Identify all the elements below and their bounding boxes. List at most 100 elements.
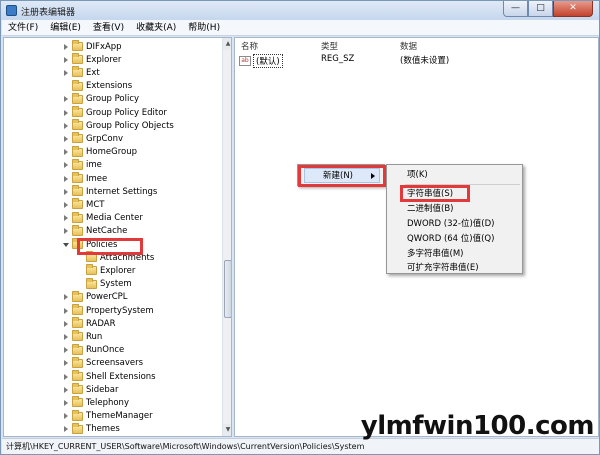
folder-icon xyxy=(72,224,83,236)
submenu-binary-value[interactable]: 二进制值(B) xyxy=(407,202,453,216)
tree-item[interactable]: Media Center xyxy=(62,211,143,225)
submenu-dword-value[interactable]: DWORD (32-位)值(D) xyxy=(407,217,495,231)
triangle-right-icon xyxy=(63,201,68,208)
expand-arrow-icon[interactable] xyxy=(62,68,69,77)
tree-item[interactable]: Explorer xyxy=(62,53,121,66)
tree-item[interactable]: Group Policy Editor xyxy=(62,106,167,119)
expand-arrow-icon[interactable] xyxy=(62,161,69,170)
folder-icon xyxy=(72,422,83,434)
expand-arrow-icon[interactable] xyxy=(62,385,69,394)
expand-arrow-icon[interactable] xyxy=(62,412,69,421)
triangle-right-icon xyxy=(63,56,68,63)
tree-item[interactable]: Explorer xyxy=(76,264,135,277)
string-value-icon: ab xyxy=(239,55,251,66)
tree-item-label: Explorer xyxy=(100,265,136,276)
scroll-up-arrow-icon[interactable]: ▲ xyxy=(223,38,231,50)
tree-item[interactable]: Imee xyxy=(62,172,107,185)
triangle-right-icon xyxy=(63,228,68,235)
expand-arrow-icon[interactable] xyxy=(62,174,69,183)
triangle-right-icon xyxy=(63,96,68,103)
folder-icon xyxy=(86,264,97,276)
tree-item-label: Explorer xyxy=(86,54,122,65)
tree-item[interactable]: Extensions xyxy=(62,79,132,93)
folder-icon xyxy=(72,198,83,210)
menu-edit[interactable]: 编辑(E) xyxy=(44,20,87,35)
tree-item[interactable]: Internet Settings xyxy=(62,185,157,198)
tree-item-label: PowerCPL xyxy=(86,292,128,303)
tree-item[interactable]: RADAR xyxy=(62,317,116,330)
tree-item[interactable]: Telephony xyxy=(62,396,129,409)
collapse-arrow-icon[interactable] xyxy=(62,240,69,249)
tree-item-label: MCT xyxy=(86,199,105,210)
expand-arrow-icon[interactable] xyxy=(62,306,69,315)
tree-item[interactable]: Shell Extensions xyxy=(62,370,156,383)
submenu-expandable-string-value[interactable]: 可扩充字符串值(E) xyxy=(407,261,479,275)
submenu-key[interactable]: 项(K) xyxy=(407,168,428,182)
expand-arrow-icon[interactable] xyxy=(62,134,69,143)
menu-help[interactable]: 帮助(H) xyxy=(182,20,226,35)
expand-arrow-icon[interactable] xyxy=(62,95,69,104)
expand-arrow-icon[interactable] xyxy=(62,42,69,51)
menu-favorites[interactable]: 收藏夹(A) xyxy=(130,20,182,35)
scroll-down-arrow-icon[interactable]: ▼ xyxy=(223,424,231,436)
tree-scrollbar[interactable]: ▲ ▼ xyxy=(222,38,231,436)
expand-arrow-icon[interactable] xyxy=(62,214,69,223)
expand-arrow-icon[interactable] xyxy=(62,372,69,381)
tree-item[interactable]: System xyxy=(76,277,132,291)
expand-arrow-icon[interactable] xyxy=(62,293,69,302)
tree-item[interactable]: Group Policy Objects xyxy=(62,119,174,132)
tree-item[interactable]: Group Policy xyxy=(62,92,139,106)
menu-view[interactable]: 查看(V) xyxy=(87,20,130,35)
submenu-qword-value[interactable]: QWORD (64 位)值(Q) xyxy=(407,232,494,246)
tree-item[interactable]: Sidebar xyxy=(62,383,118,396)
expand-arrow-icon[interactable] xyxy=(62,121,69,130)
menu-file[interactable]: 文件(F) xyxy=(2,20,44,35)
expand-arrow-icon[interactable] xyxy=(62,200,69,209)
column-header-data[interactable]: 数据 xyxy=(400,40,417,52)
tree-item[interactable]: PowerCPL xyxy=(62,290,128,304)
tree-item[interactable]: Ext xyxy=(62,66,100,79)
tree-item-label: System xyxy=(100,279,132,290)
submenu-multi-string-value[interactable]: 多字符串值(M) xyxy=(407,247,463,261)
tree-item[interactable]: MCT xyxy=(62,198,104,211)
tree-item-label: Internet Settings xyxy=(86,186,158,197)
folder-icon xyxy=(72,343,83,355)
column-header-name[interactable]: 名称 xyxy=(241,40,258,52)
tree-item[interactable]: ThemeManager xyxy=(62,409,153,423)
column-header-type[interactable]: 类型 xyxy=(321,40,338,52)
close-button[interactable]: ✕ xyxy=(553,1,593,17)
expand-arrow-icon[interactable] xyxy=(62,227,69,236)
tree-item[interactable]: GrpConv xyxy=(62,132,123,145)
expand-arrow-icon[interactable] xyxy=(62,425,69,434)
minimize-button[interactable]: — xyxy=(503,1,528,17)
tree-item[interactable]: Themes xyxy=(62,422,120,436)
tree-item[interactable]: ime xyxy=(62,158,102,172)
triangle-right-icon xyxy=(63,175,68,182)
expand-arrow-icon[interactable] xyxy=(62,55,69,64)
tree-item[interactable]: RunOnce xyxy=(62,343,124,357)
tree-item[interactable]: HomeGroup xyxy=(62,145,137,159)
expand-arrow-icon[interactable] xyxy=(62,108,69,117)
value-row-default[interactable]: ab (默认) xyxy=(239,53,283,68)
regedit-app-icon xyxy=(6,5,17,16)
tree-item[interactable]: Run xyxy=(62,330,102,343)
scrollbar-thumb[interactable] xyxy=(224,260,231,318)
expand-arrow-icon[interactable] xyxy=(62,187,69,196)
tree-item[interactable]: Screensavers xyxy=(62,356,143,370)
expand-arrow-icon[interactable] xyxy=(62,319,69,328)
expand-arrow-icon[interactable] xyxy=(62,148,69,157)
tree-item[interactable]: NetCache xyxy=(62,224,127,238)
title-bar[interactable]: 注册表编辑器 — □ ✕ xyxy=(1,1,599,20)
registry-tree[interactable]: ▲ ▼ DIFxApp Explorer Ext Extensions Group Po… xyxy=(3,37,232,437)
expand-arrow-icon[interactable] xyxy=(62,346,69,355)
folder-icon xyxy=(72,158,83,170)
value-data: (数值未设置) xyxy=(400,56,450,66)
tree-item[interactable]: PropertySystem xyxy=(62,304,154,317)
expand-arrow-icon[interactable] xyxy=(62,332,69,341)
tree-item[interactable]: DIFxApp xyxy=(62,40,122,53)
triangle-right-icon xyxy=(63,386,68,393)
triangle-down-icon xyxy=(62,242,69,247)
expand-arrow-icon[interactable] xyxy=(62,359,69,368)
expand-arrow-icon[interactable] xyxy=(62,398,69,407)
maximize-button[interactable]: □ xyxy=(528,1,553,17)
